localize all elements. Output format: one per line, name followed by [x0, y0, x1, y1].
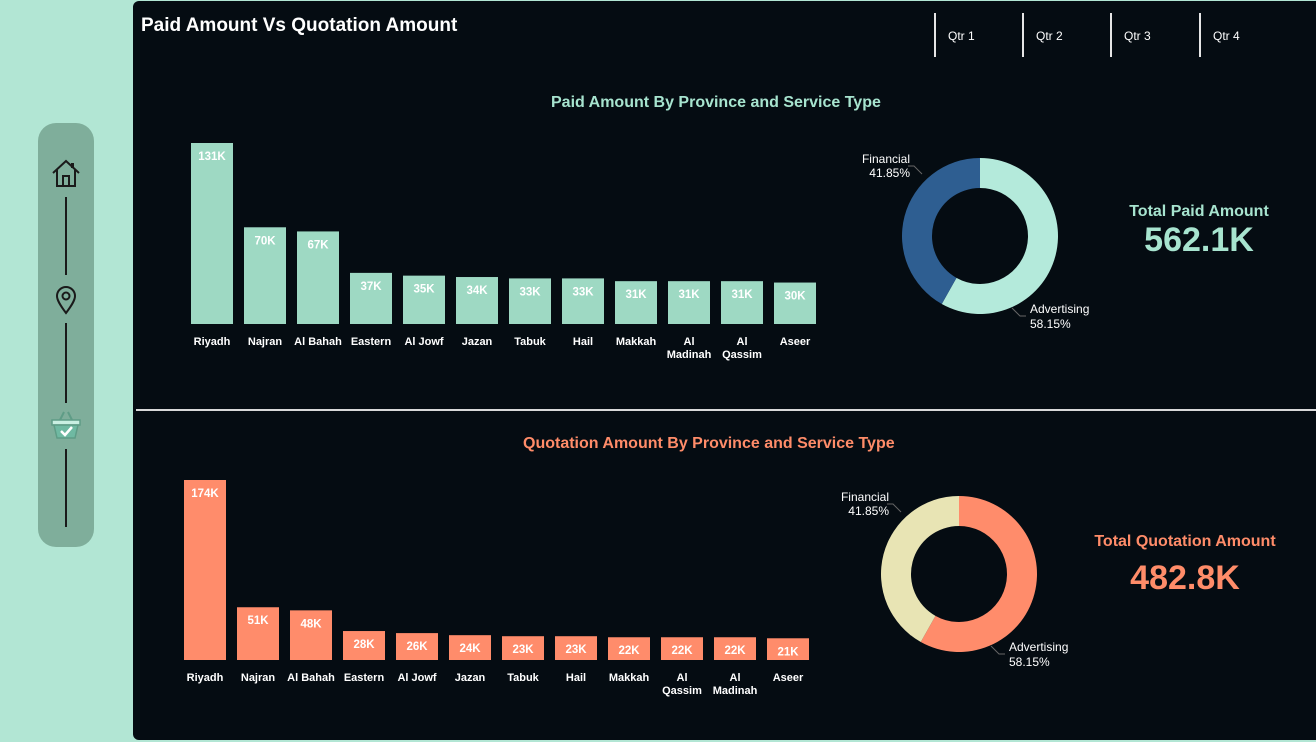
legend-label-financial: Financial: [862, 152, 910, 166]
qtr-label: Qtr 4: [1213, 29, 1240, 43]
category-label: Jazan: [462, 336, 493, 348]
legend-label-advertising: Advertising: [1009, 640, 1068, 654]
category-label: Makkah: [616, 336, 657, 348]
category-label: Eastern: [351, 336, 392, 348]
nav-pill: [38, 123, 94, 547]
leader-line: [1011, 307, 1026, 317]
category-label: Jazan: [455, 672, 486, 684]
bar-value-label: 22K: [618, 645, 640, 657]
nav-connector: [65, 323, 67, 403]
total-quote-label: Total Quotation Amount: [1094, 533, 1276, 550]
bar-value-label: 70K: [254, 235, 276, 247]
section-divider: [136, 409, 1316, 411]
bar-value-label: 21K: [777, 646, 799, 658]
bar-value-label: 24K: [459, 643, 481, 655]
category-label: Najran: [248, 336, 283, 348]
category-label: Hail: [573, 336, 593, 348]
bar-value-label: 51K: [247, 615, 269, 627]
category-label: Al Qassim: [722, 336, 762, 361]
qtr-4-filter[interactable]: Qtr 4: [1199, 13, 1281, 57]
donut-slice-financial[interactable]: [881, 496, 959, 642]
bar-value-label: 174K: [191, 488, 219, 500]
leader-line: [908, 165, 923, 175]
category-label: Hail: [566, 672, 586, 684]
legend-label-financial: Financial: [841, 490, 889, 504]
category-label: Tabuk: [514, 336, 546, 348]
paid-section-title: Paid Amount By Province and Service Type: [551, 94, 881, 111]
category-label: Al Jowf: [404, 336, 443, 348]
bar-value-label: 28K: [353, 639, 375, 651]
sidebar: [0, 0, 133, 742]
legend-pct-advertising: 58.15%: [1030, 317, 1071, 331]
bar-value-label: 67K: [307, 239, 329, 251]
bar-value-label: 33K: [519, 286, 541, 298]
category-label: Al Bahah: [287, 672, 335, 684]
legend-pct-financial: 41.85%: [848, 504, 889, 518]
basket-icon[interactable]: [50, 409, 82, 441]
bar-value-label: 23K: [512, 644, 534, 656]
bar-value-label: 37K: [360, 281, 382, 293]
page-title: Paid Amount Vs Quotation Amount: [141, 15, 458, 36]
leader-line: [990, 645, 1005, 655]
category-label: Makkah: [609, 672, 650, 684]
qtr-2-filter[interactable]: Qtr 2: [1022, 13, 1104, 57]
legend-label-advertising: Advertising: [1030, 302, 1089, 316]
bar[interactable]: [509, 278, 551, 324]
dashboard-main: Paid Amount Vs Quotation Amount Qtr 1 Qt…: [133, 1, 1316, 740]
bar[interactable]: [184, 480, 226, 660]
qtr-label: Qtr 3: [1124, 29, 1151, 43]
bar[interactable]: [774, 282, 816, 324]
bar-value-label: 35K: [413, 284, 435, 296]
total-quote-value: 482.8K: [1130, 559, 1240, 597]
category-label: Al Bahah: [294, 336, 342, 348]
location-pin-icon[interactable]: [50, 283, 82, 315]
bar-value-label: 34K: [466, 285, 488, 297]
bar[interactable]: [668, 281, 710, 324]
bar-value-label: 31K: [731, 289, 753, 301]
quote-section-title: Quotation Amount By Province and Service…: [523, 435, 895, 452]
qtr-label: Qtr 1: [948, 29, 975, 43]
qtr-3-filter[interactable]: Qtr 3: [1110, 13, 1192, 57]
total-paid-value: 562.1K: [1144, 221, 1254, 259]
donut-slice-financial[interactable]: [902, 158, 980, 304]
bar-value-label: 22K: [671, 645, 693, 657]
paid-donut-chart: Financial41.85% Advertising58.15%: [862, 152, 1089, 331]
bar-value-label: 30K: [784, 291, 806, 303]
qtr-1-filter[interactable]: Qtr 1: [934, 13, 1016, 57]
bar-value-label: 26K: [406, 641, 428, 653]
bar-value-label: 131K: [198, 151, 226, 163]
total-paid-label: Total Paid Amount: [1129, 203, 1269, 220]
nav-connector: [65, 197, 67, 275]
category-label: Al Qassim: [662, 672, 702, 697]
paid-bar-chart: 131K Riyadh 70K Najran 67K Al Bahah 37K Eastern…: [191, 143, 816, 361]
home-icon[interactable]: [50, 157, 82, 189]
bar-value-label: 48K: [300, 618, 322, 630]
bar-value-label: 31K: [625, 289, 647, 301]
bar[interactable]: [562, 278, 604, 324]
bar-value-label: 31K: [678, 289, 700, 301]
legend-pct-financial: 41.85%: [869, 166, 910, 180]
category-label: Al Madinah: [713, 672, 758, 697]
category-label: Riyadh: [187, 672, 224, 684]
bar-value-label: 23K: [565, 644, 587, 656]
bar[interactable]: [191, 143, 233, 324]
bar[interactable]: [721, 281, 763, 324]
quote-bar-chart: 174K Riyadh 51K Najran 48K Al Bahah 28K Eastern…: [184, 480, 809, 697]
bar-value-label: 22K: [724, 645, 746, 657]
leader-line: [887, 503, 902, 513]
quote-donut-chart: Financial41.85% Advertising58.15%: [841, 490, 1068, 669]
category-label: Al Madinah: [667, 336, 712, 361]
category-label: Riyadh: [194, 336, 231, 348]
nav-connector: [65, 449, 67, 527]
category-label: Najran: [241, 672, 276, 684]
bar[interactable]: [615, 281, 657, 324]
category-label: Aseer: [780, 336, 811, 348]
category-label: Eastern: [344, 672, 385, 684]
qtr-label: Qtr 2: [1036, 29, 1063, 43]
legend-pct-advertising: 58.15%: [1009, 655, 1050, 669]
category-label: Al Jowf: [397, 672, 436, 684]
bar-value-label: 33K: [572, 286, 594, 298]
category-label: Aseer: [773, 672, 804, 684]
category-label: Tabuk: [507, 672, 539, 684]
